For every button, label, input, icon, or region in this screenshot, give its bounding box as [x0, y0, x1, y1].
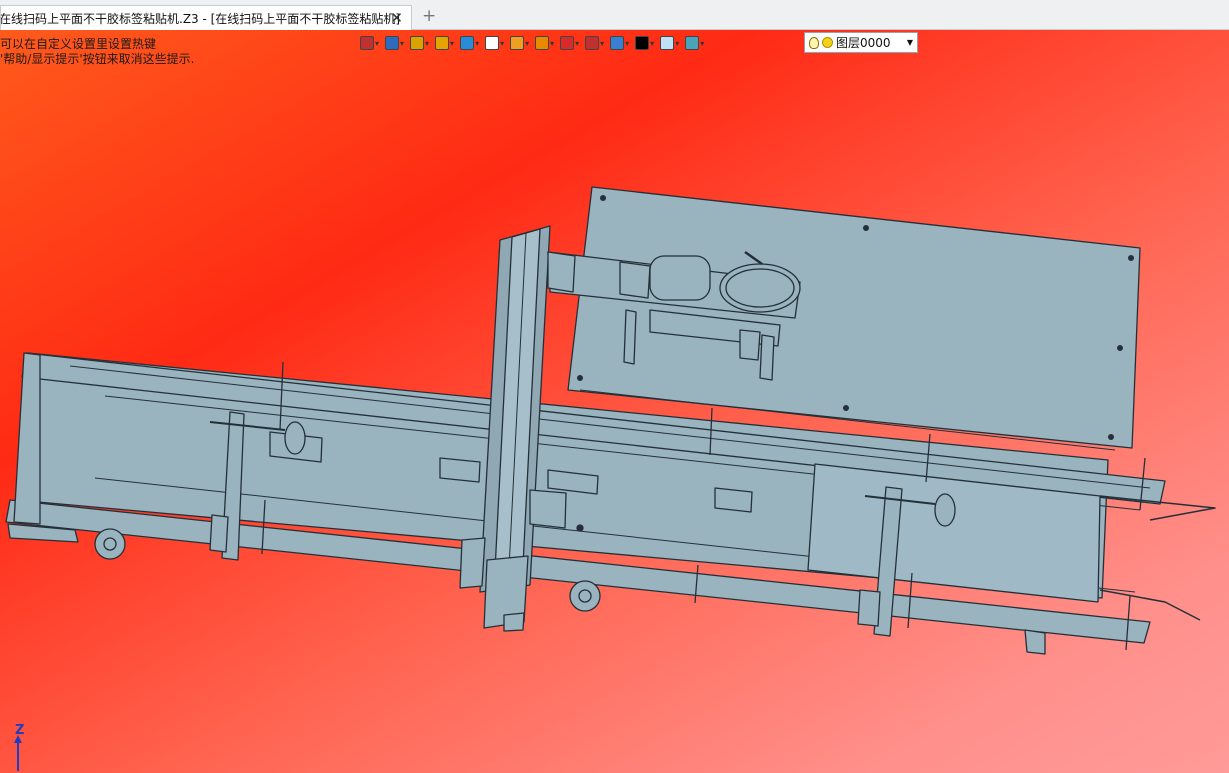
label-feed-roller: [649, 255, 711, 301]
cad-model[interactable]: [0, 30, 1229, 773]
left-roller: [13, 352, 41, 525]
document-tab[interactable]: 在线扫码上平面不干胶标签粘贴机.Z3 - [在线扫码上平面不干胶标签粘贴机] ✕: [0, 5, 412, 30]
z-axis-label: Z: [15, 723, 25, 738]
document-tab-title: 在线扫码上平面不干胶标签粘贴机.Z3 - [在线扫码上平面不干胶标签粘贴机]: [0, 11, 400, 26]
close-tab-icon[interactable]: ✕: [390, 9, 403, 27]
adjust-knob-left: [284, 421, 306, 455]
axis-triad: Z: [10, 723, 30, 773]
3d-viewport[interactable]: 可以在自定义设置里设置热键 '帮助/显示提示'按钮来取消这些提示. ▾ ▾ ▾ ▾ ▾ ▾…: [0, 30, 1229, 773]
document-tab-bar: 在线扫码上平面不干胶标签粘贴机.Z3 - [在线扫码上平面不干胶标签粘贴机] ✕…: [0, 0, 1229, 30]
adjust-knob-right: [934, 493, 956, 527]
add-tab-icon[interactable]: +: [422, 6, 436, 26]
